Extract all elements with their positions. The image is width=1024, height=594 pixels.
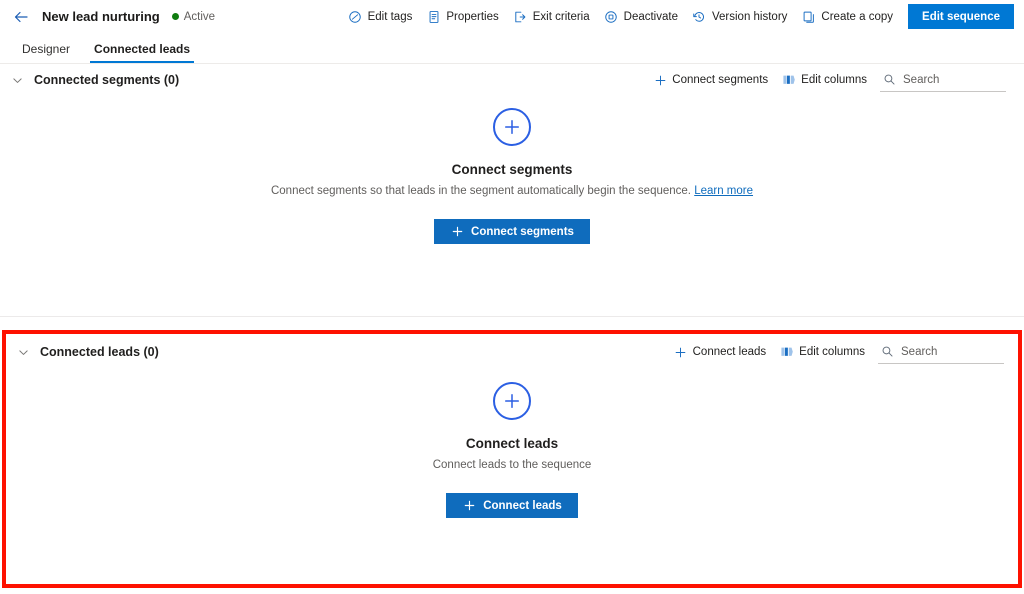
chevron-down-icon[interactable] [6, 69, 28, 91]
connect-segments-cta-label: Connect segments [471, 225, 574, 238]
back-arrow-icon[interactable] [8, 4, 34, 30]
segments-empty-description-text: Connect segments so that leads in the se… [270, 185, 691, 197]
connected-leads-toolbar: Connect leads Edit columns [667, 339, 1004, 365]
segments-search-box[interactable] [880, 68, 1006, 92]
edit-sequence-button[interactable]: Edit sequence [908, 4, 1014, 29]
status-label: Active [183, 10, 216, 23]
command-bar-actions: Edit tags Properties Exit criteria Deact… [341, 3, 1018, 31]
page-title: New lead nurturing [42, 9, 160, 24]
plus-icon [653, 73, 667, 87]
edit-tags-button[interactable]: Edit tags [341, 3, 420, 31]
plus-icon [462, 499, 476, 513]
edit-columns-segments-label: Edit columns [801, 74, 867, 86]
connect-segments-cta-button[interactable]: Connect segments [434, 219, 590, 244]
segments-search-input[interactable] [903, 73, 1006, 86]
status-dot-icon [171, 13, 179, 20]
edit-columns-leads-button[interactable]: Edit columns [773, 339, 872, 365]
properties-button[interactable]: Properties [419, 3, 505, 31]
command-bar: New lead nurturing Active Edit tags Prop… [0, 0, 1024, 33]
connected-segments-toolbar: Connect segments Edit columns [646, 67, 1006, 93]
connect-leads-toolbar-label: Connect leads [692, 346, 767, 358]
leads-empty-title: Connect leads [465, 436, 559, 451]
segments-learn-more-link[interactable]: Learn more [694, 185, 753, 197]
connect-leads-cta-button[interactable]: Connect leads [446, 493, 578, 518]
plus-circle-icon [493, 108, 531, 146]
connected-leads-highlight: Connected leads (0) Connect leads Edit c… [2, 330, 1022, 588]
segments-empty-state: Connect segments Connect segments so tha… [0, 108, 1024, 244]
segments-empty-description: Connect segments so that leads in the se… [271, 185, 753, 197]
leads-empty-description: Connect leads to the sequence [432, 459, 592, 471]
plus-icon [450, 225, 464, 239]
connect-leads-toolbar-button[interactable]: Connect leads [667, 339, 774, 365]
history-icon [692, 9, 707, 24]
leads-search-box[interactable] [878, 340, 1004, 364]
connected-leads-header: Connected leads (0) Connect leads Edit c… [6, 334, 1018, 370]
chevron-down-icon[interactable] [12, 341, 34, 363]
tab-strip: Designer Connected leads [0, 33, 1024, 64]
edit-tags-label: Edit tags [367, 10, 413, 23]
leads-search-input[interactable] [901, 345, 1004, 358]
search-icon [882, 72, 897, 87]
tag-icon [348, 9, 363, 24]
version-history-button[interactable]: Version history [685, 3, 794, 31]
leads-empty-state: Connect leads Connect leads to the seque… [6, 382, 1018, 518]
connect-segments-toolbar-button[interactable]: Connect segments [646, 67, 775, 93]
deactivate-circle-icon [604, 9, 619, 24]
app-page: New lead nurturing Active Edit tags Prop… [0, 0, 1024, 594]
tab-connected-leads[interactable]: Connected leads [86, 42, 198, 63]
status-badge: Active [171, 10, 216, 23]
deactivate-label: Deactivate [623, 10, 678, 23]
copy-icon [801, 9, 816, 24]
properties-label: Properties [446, 10, 499, 23]
section-divider [0, 316, 1024, 317]
connect-leads-cta-label: Connect leads [483, 499, 562, 512]
search-icon [880, 344, 895, 359]
plus-icon [674, 345, 688, 359]
connected-segments-header: Connected segments (0) Connect segments [0, 64, 1024, 96]
document-properties-icon [426, 9, 441, 24]
create-a-copy-button[interactable]: Create a copy [794, 3, 900, 31]
segments-empty-title: Connect segments [451, 162, 573, 177]
create-a-copy-label: Create a copy [821, 10, 894, 23]
deactivate-button[interactable]: Deactivate [597, 3, 685, 31]
tab-designer[interactable]: Designer [14, 42, 78, 63]
exit-criteria-button[interactable]: Exit criteria [506, 3, 597, 31]
connected-segments-title: Connected segments (0) [34, 73, 180, 87]
connect-segments-toolbar-label: Connect segments [672, 74, 769, 86]
edit-columns-segments-button[interactable]: Edit columns [775, 67, 874, 93]
edit-columns-leads-label: Edit columns [799, 346, 865, 358]
connected-leads-title: Connected leads (0) [40, 345, 159, 359]
connected-leads-section: Connected leads (0) Connect leads Edit c… [6, 334, 1018, 518]
plus-circle-icon [493, 382, 531, 420]
columns-icon [782, 73, 796, 87]
exit-criteria-label: Exit criteria [532, 10, 590, 23]
connected-segments-section: Connected segments (0) Connect segments [0, 64, 1024, 316]
version-history-label: Version history [711, 10, 788, 23]
exit-icon [513, 9, 528, 24]
columns-icon [780, 345, 794, 359]
